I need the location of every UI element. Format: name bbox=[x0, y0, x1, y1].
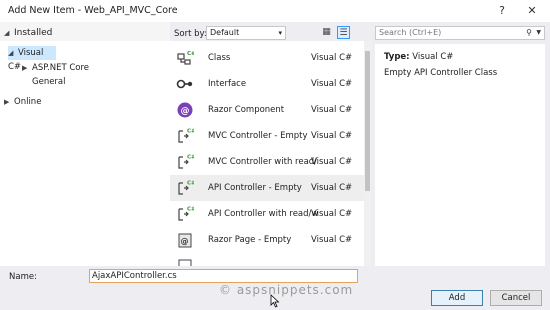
tree-item-aspnet-core[interactable]: ▶ ASP.NET Core bbox=[22, 61, 89, 75]
type-line: Type: Visual C# bbox=[384, 52, 453, 62]
search-icon[interactable]: ⚲ bbox=[526, 27, 532, 39]
controller-icon: C# bbox=[178, 207, 194, 221]
file-icon bbox=[178, 259, 192, 266]
svg-text:C#: C# bbox=[187, 129, 194, 135]
tree-item-visual-csharp[interactable]: ◢ Visual C# bbox=[8, 46, 56, 72]
razor-component-icon: @ bbox=[177, 102, 193, 118]
svg-text:C#: C# bbox=[187, 155, 194, 161]
collapsed-caret-icon: ▶ bbox=[4, 98, 10, 106]
svg-text:@: @ bbox=[181, 107, 190, 117]
interface-icon bbox=[176, 79, 193, 89]
sort-dropdown[interactable]: Default ▾ bbox=[206, 26, 286, 40]
list-item[interactable]: @ Razor Component Visual C# bbox=[170, 97, 364, 123]
svg-text:C#: C# bbox=[187, 51, 194, 57]
collapsed-caret-icon: ▶ bbox=[22, 64, 28, 72]
sort-label: Sort by: bbox=[174, 29, 207, 39]
title-bar: Add New Item - Web_API_MVC_Core ? ✕ bbox=[0, 0, 550, 22]
installed-header[interactable]: ◢ Installed bbox=[4, 28, 52, 38]
search-input[interactable]: Search (Ctrl+E) ⚲ ▼ bbox=[375, 26, 545, 40]
list-item[interactable]: C# MVC Controller with read/write... Vis… bbox=[170, 149, 364, 175]
list-item[interactable]: C# MVC Controller - Empty Visual C# bbox=[170, 123, 364, 149]
type-value: Visual C# bbox=[412, 52, 454, 62]
svg-text:@: @ bbox=[181, 237, 189, 246]
template-list: C# Class Visual C# Interface Visual C# @… bbox=[170, 41, 370, 266]
name-field[interactable]: AjaxAPIController.cs bbox=[89, 269, 358, 283]
template-description: Empty API Controller Class bbox=[384, 68, 498, 78]
grid-view-icon[interactable]: ▦ bbox=[320, 26, 333, 39]
add-button[interactable]: Add bbox=[431, 290, 483, 306]
sort-bar: Sort by: Default ▾ ▦ ☰ bbox=[170, 22, 370, 42]
list-item[interactable]: @ Razor Page - Empty Visual C# bbox=[170, 227, 364, 253]
collapse-caret-icon: ◢ bbox=[4, 29, 10, 37]
type-label: Type: bbox=[384, 52, 410, 62]
controller-icon: C# bbox=[178, 155, 194, 169]
list-item[interactable]: C# API Controller with read/write... Vis… bbox=[170, 201, 364, 227]
help-button[interactable]: ? bbox=[494, 3, 510, 19]
razor-page-icon: @ bbox=[178, 233, 192, 248]
tree-item-online[interactable]: ▶ Online bbox=[4, 95, 41, 109]
chevron-down-icon: ▾ bbox=[278, 29, 282, 37]
category-tree: ◢ Visual C# ▶ ASP.NET Core General ▶ Online bbox=[0, 41, 170, 266]
svg-text:C#: C# bbox=[187, 207, 194, 213]
list-item[interactable]: Interface Visual C# bbox=[170, 71, 364, 97]
watermark: © aspsnippets.com bbox=[219, 283, 354, 297]
controller-icon: C# bbox=[178, 129, 194, 143]
list-item[interactable]: C# Class Visual C# bbox=[170, 45, 364, 71]
details-pane: Type: Visual C# Empty API Controller Cla… bbox=[375, 44, 545, 266]
controller-icon: C# bbox=[178, 181, 194, 195]
list-view-icon[interactable]: ☰ bbox=[337, 26, 350, 39]
class-icon: C# bbox=[177, 51, 194, 65]
chevron-down-icon[interactable]: ▼ bbox=[536, 27, 541, 39]
mouse-cursor-icon bbox=[270, 294, 280, 308]
name-label: Name: bbox=[9, 272, 37, 282]
tree-item-general[interactable]: General bbox=[32, 75, 66, 89]
template-list-scrollbar[interactable] bbox=[364, 41, 371, 266]
window-title: Add New Item - Web_API_MVC_Core bbox=[8, 5, 178, 16]
scroll-thumb[interactable] bbox=[365, 51, 370, 191]
svg-text:C#: C# bbox=[187, 181, 194, 187]
list-item-partial[interactable] bbox=[170, 253, 364, 266]
expanded-caret-icon: ◢ bbox=[8, 49, 14, 57]
close-button[interactable]: ✕ bbox=[524, 3, 540, 19]
list-item-selected[interactable]: C# API Controller - Empty Visual C# bbox=[170, 175, 364, 201]
cancel-button[interactable]: Cancel bbox=[490, 290, 542, 306]
